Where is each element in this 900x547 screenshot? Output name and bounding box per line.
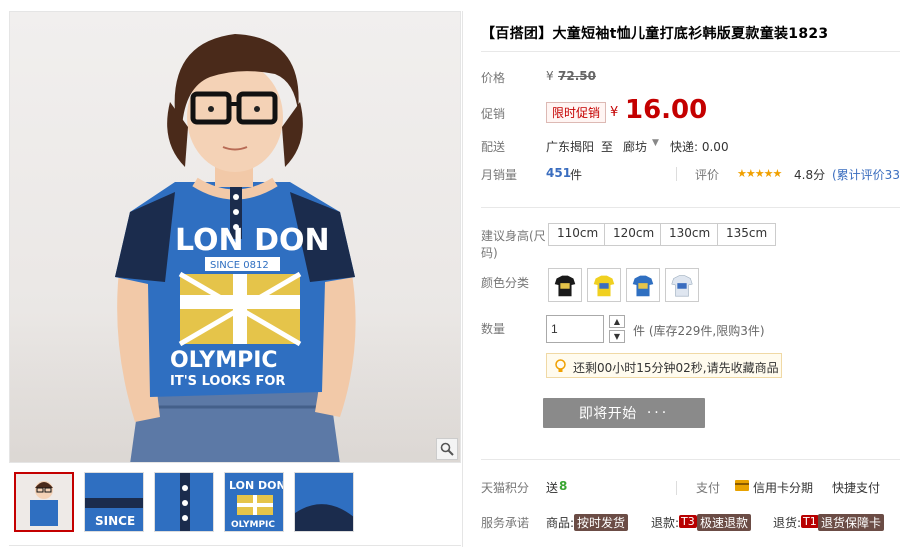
pay-label: 支付 <box>696 481 721 495</box>
color-option-black[interactable] <box>548 268 582 302</box>
credit-installment-link[interactable]: 信用卡分期 <box>753 479 813 496</box>
thumbnail-strip: SINCE LON DON OLYMPIC <box>14 472 354 532</box>
shipping-label: 配送 <box>481 140 506 154</box>
rating-label: 评价 <box>695 168 720 182</box>
points-label: 天猫积分 <box>481 481 530 495</box>
divider <box>676 167 677 181</box>
service-label: 服务承诺 <box>481 516 530 530</box>
on-time-delivery-badge[interactable]: 按时发货 <box>574 514 629 531</box>
main-product-image[interactable]: LON DON SINCE 0812 OLYMPIC IT'S LOOKS FO… <box>9 11 461 463</box>
product-info-panel: 【百搭团】大童短袖t恤儿童打底衫韩版夏款童装1823 价格 ¥ 72.50 促销… <box>462 11 900 547</box>
return-label: 退货: <box>773 516 802 530</box>
thumbnail-3[interactable] <box>154 472 214 532</box>
color-option-yellow[interactable] <box>587 268 621 302</box>
rating-count-link[interactable]: (累计评价333) <box>832 166 900 183</box>
shipping-fee: 快递: 0.00 <box>670 140 729 154</box>
countdown-notice: 还剩00小时15分钟02秒,请先收藏商品 <box>546 353 782 378</box>
credit-card-icon <box>735 480 749 491</box>
chevron-down-icon[interactable]: ▼ <box>652 138 659 148</box>
stock-info: 件 (库存229件,限购3件) <box>633 324 765 338</box>
countdown-text: 还剩00小时15分钟02秒,请先收藏商品 <box>573 361 779 375</box>
ship-to-prefix: 至 <box>601 140 614 154</box>
thumbnail-5[interactable] <box>294 472 354 532</box>
monthly-sales-unit: 件 <box>570 168 583 182</box>
size-option[interactable]: 130cm <box>660 223 720 246</box>
divider <box>481 207 900 208</box>
divider <box>481 459 900 460</box>
thumbnail-2[interactable]: SINCE <box>84 472 144 532</box>
refund-label: 退款: <box>651 516 680 530</box>
divider <box>481 51 900 52</box>
svg-text:SINCE: SINCE <box>95 514 135 528</box>
return-guarantee-badge[interactable]: 退货保障卡 <box>818 514 885 531</box>
svg-text:OLYMPIC: OLYMPIC <box>170 348 278 373</box>
svg-text:LON DON: LON DON <box>175 223 330 258</box>
product-title: 【百搭团】大童短袖t恤儿童打底衫韩版夏款童装1823 <box>481 26 829 42</box>
points-value: 8 <box>559 479 568 493</box>
original-price: 72.50 <box>558 69 596 83</box>
rating-stars-icon: ★★★★★ <box>737 167 782 180</box>
original-currency: ¥ <box>546 69 554 83</box>
coming-soon-button[interactable]: 即将开始 ··· <box>543 398 705 428</box>
ship-from: 广东揭阳 <box>546 140 595 154</box>
svg-text:IT'S LOOKS FOR: IT'S LOOKS FOR <box>170 374 285 389</box>
svg-text:SINCE 0812: SINCE 0812 <box>210 260 269 271</box>
refund-badge: T3 <box>679 515 697 528</box>
quantity-increase-icon[interactable]: ▲ <box>609 315 625 328</box>
dots-icon: ··· <box>646 405 670 421</box>
color-label: 颜色分类 <box>481 276 530 290</box>
size-option[interactable]: 120cm <box>604 223 664 246</box>
color-option-blue[interactable] <box>626 268 660 302</box>
promo-currency: ¥ <box>610 105 619 120</box>
ship-to-select[interactable]: 廊坊 <box>623 138 647 155</box>
thumbnail-4[interactable]: LON DON OLYMPIC <box>224 472 284 532</box>
fast-refund-badge[interactable]: 极速退款 <box>697 514 752 531</box>
child-model-photo: LON DON SINCE 0812 OLYMPIC IT'S LOOKS FO… <box>115 34 356 462</box>
thumbnail-1[interactable] <box>14 472 74 532</box>
zoom-icon[interactable] <box>436 438 458 460</box>
coming-soon-label: 即将开始 <box>578 406 637 422</box>
promo-label: 促销 <box>481 107 506 121</box>
quantity-decrease-icon[interactable]: ▼ <box>609 330 625 343</box>
quantity-label: 数量 <box>481 322 506 336</box>
lightbulb-icon <box>555 359 566 372</box>
points-prefix: 送 <box>546 481 559 495</box>
svg-text:OLYMPIC: OLYMPIC <box>231 520 275 530</box>
quantity-input[interactable] <box>546 315 604 343</box>
divider <box>676 481 677 495</box>
rating-score: 4.8分 <box>794 168 826 182</box>
size-option[interactable]: 110cm <box>548 223 608 246</box>
size-label: 建议身高(尺码) <box>481 229 546 260</box>
divider <box>9 545 461 546</box>
return-badge: T1 <box>801 515 819 528</box>
promo-price: 16.00 <box>625 95 708 125</box>
quick-pay-link[interactable]: 快捷支付 <box>832 479 880 496</box>
promo-badge: 限时促销 <box>546 102 607 123</box>
svg-text:LON DON: LON DON <box>229 479 284 492</box>
color-option-white[interactable] <box>665 268 699 302</box>
size-option[interactable]: 135cm <box>717 223 777 246</box>
price-label: 价格 <box>481 71 506 85</box>
goods-label: 商品: <box>546 516 575 530</box>
monthly-sales-label: 月销量 <box>481 168 518 182</box>
monthly-sales-value: 451 <box>546 166 572 180</box>
